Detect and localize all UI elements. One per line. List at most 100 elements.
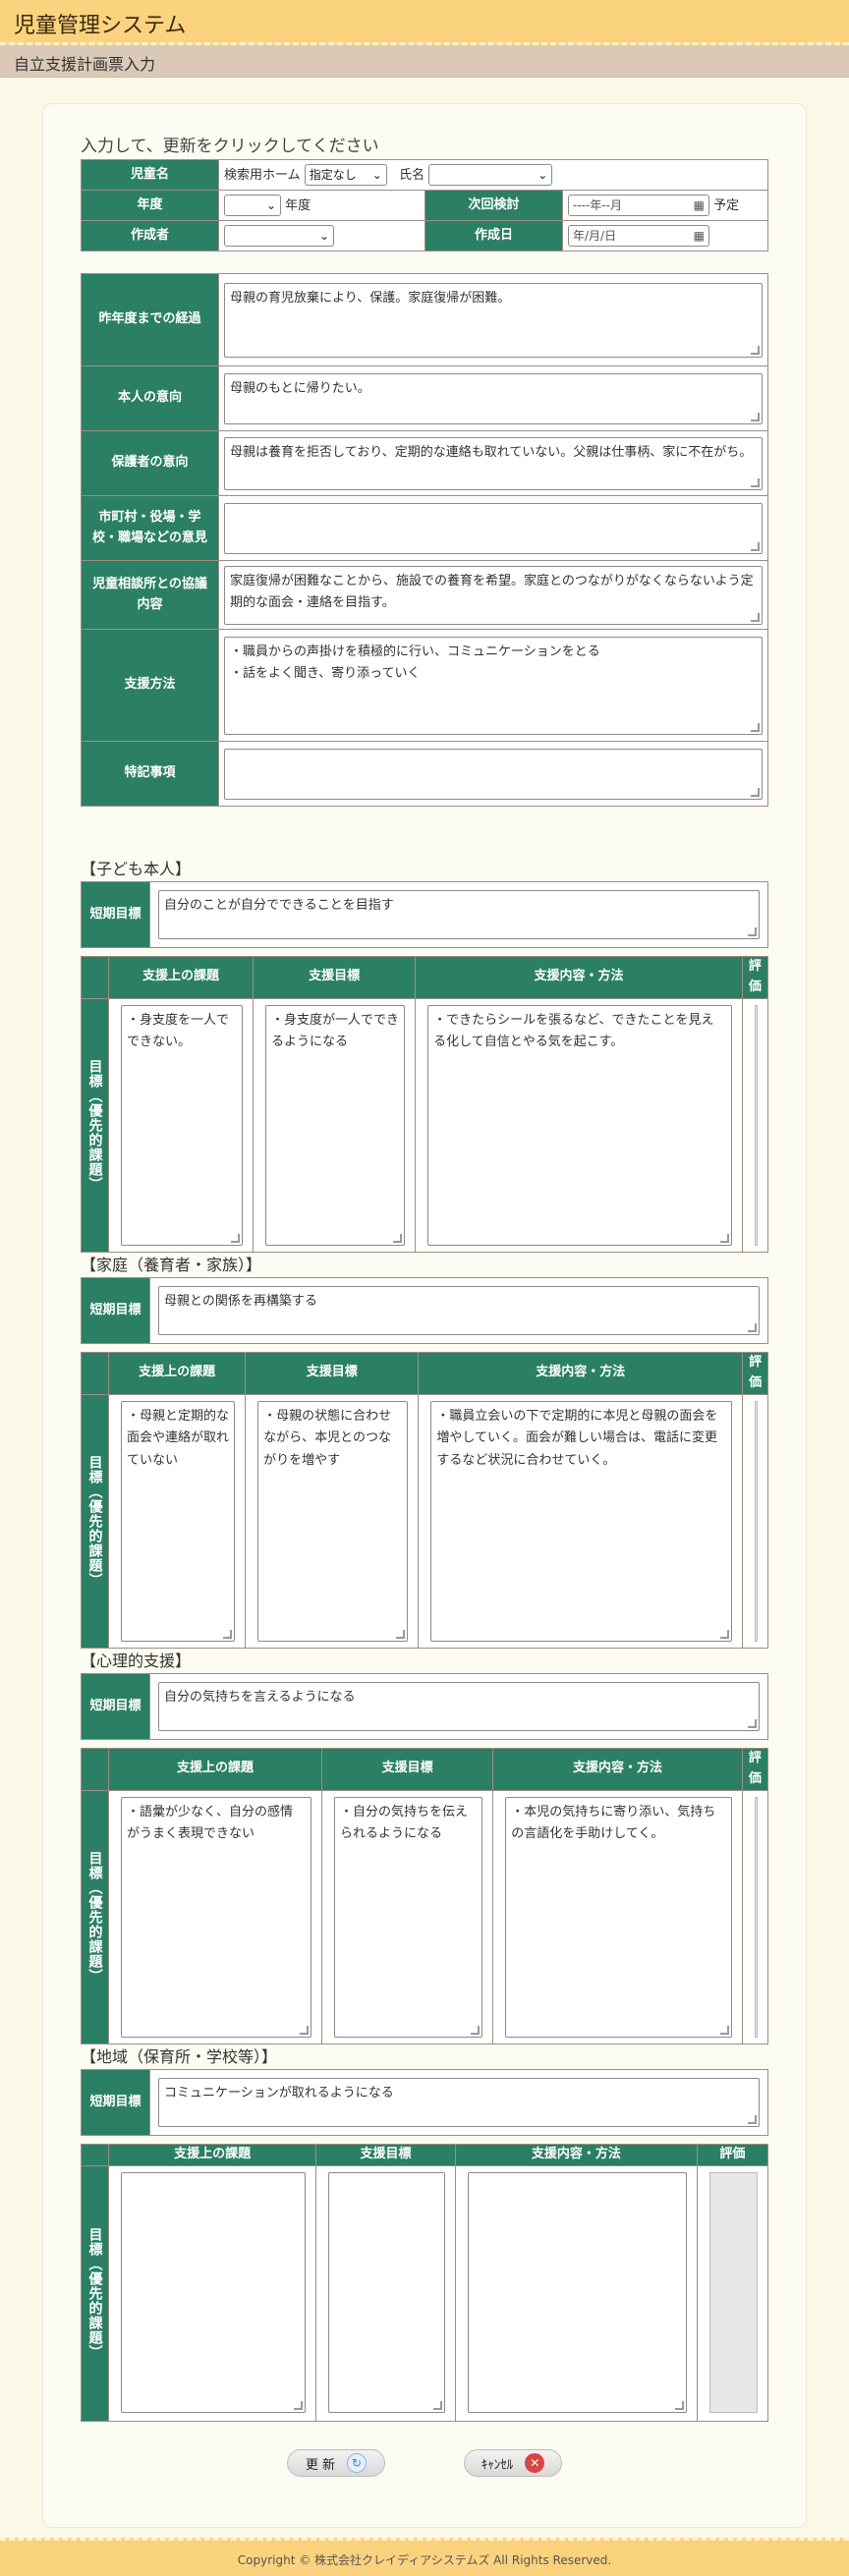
issue-textarea[interactable]: ・身支度を一人でできない。 xyxy=(121,1004,244,1246)
child-name-label: 児童名 xyxy=(81,159,219,191)
child-intention-label: 本人の意向 xyxy=(81,365,219,431)
priority-label: 目標（優先的課題） xyxy=(81,1393,109,1649)
short-term-textarea[interactable]: 自分のことが自分でできることを目指す xyxy=(158,890,760,939)
method-textarea[interactable]: ・本児の気持ちに寄り添い、気持ちの言語化を手助けしてく。 xyxy=(505,1796,732,2038)
priority-label: 目標（優先的課題） xyxy=(81,1789,109,2044)
calendar-icon[interactable]: ▦ xyxy=(694,197,705,213)
consultation-textarea[interactable]: 家庭復帰が困難なことから、施設での養育を希望。家庭とのつながりがなくならないよう… xyxy=(224,565,763,625)
col-issue-header: 支援上の課題 xyxy=(107,956,255,999)
name-select[interactable]: ⌄ xyxy=(428,164,553,187)
update-button[interactable]: 更 新 ↻ xyxy=(287,2449,385,2477)
goal-textarea[interactable]: ・身支度が一人でできるようになる xyxy=(265,1004,406,1246)
next-review-suffix: 予定 xyxy=(713,197,740,213)
goal-textarea[interactable]: ・母親の状態に合わせながら、本児とのつながりを増やす xyxy=(257,1400,409,1642)
priority-label: 目標（優先的課題） xyxy=(81,2165,109,2422)
cancel-button[interactable]: ｷｬﾝｾﾙ ✕ xyxy=(464,2449,562,2477)
year-select[interactable]: ⌄ xyxy=(224,195,281,217)
special-notes-textarea[interactable] xyxy=(224,748,763,800)
close-icon: ✕ xyxy=(525,2453,545,2473)
col-goal-header: 支援目標 xyxy=(253,956,417,999)
evaluation-box[interactable] xyxy=(708,2172,758,2413)
municipal-opinion-textarea[interactable] xyxy=(224,502,763,554)
chevron-down-icon: ⌄ xyxy=(371,168,382,183)
short-term-textarea[interactable]: 自分の気持ちを言えるようになる xyxy=(158,1682,760,1731)
priority-label: 目標（優先的課題） xyxy=(81,997,109,1253)
evaluation-box[interactable] xyxy=(754,1004,758,1246)
created-date-label: 作成日 xyxy=(424,220,563,252)
section-psychological: 【心理的支援】 短期目標 自分の気持ちを言えるようになる 支援上の課題 支援目標… xyxy=(81,1648,769,2044)
goal-textarea[interactable] xyxy=(328,2172,445,2413)
main-rows-table: 昨年度までの経過 母親の育児放棄により、保護。家庭復帰が困難。 本人の意向 母親… xyxy=(81,273,768,807)
col-goal-header: 支援目標 xyxy=(245,1352,420,1395)
col-issue-header: 支援上の課題 xyxy=(107,2144,317,2166)
method-textarea[interactable]: ・職員立会いの下で定期的に本児と母親の面会を増やしていく。面会が難しい場合は、電… xyxy=(430,1400,733,1642)
chevron-down-icon: ⌄ xyxy=(538,168,548,183)
goal-grid: 支援上の課題 支援目標 支援内容・方法 評価 目標（優先的課題） ・母親と定期的… xyxy=(81,1352,768,1649)
refresh-icon: ↻ xyxy=(347,2453,368,2473)
name-label: 氏名 xyxy=(399,167,425,183)
year-label: 年度 xyxy=(81,190,219,221)
section-family: 【家庭（養育者・家族）】 短期目標 母親との関係を再構築する 支援上の課題 支援… xyxy=(81,1252,768,1649)
short-term-label: 短期目標 xyxy=(81,2069,150,2136)
short-term-textarea[interactable]: コミュニケーションが取れるようになる xyxy=(158,2078,760,2127)
section-title: 【子ども本人】 xyxy=(81,860,192,878)
author-select[interactable]: ⌄ xyxy=(224,225,334,247)
issue-textarea[interactable]: ・語彙が少なく、自分の感情がうまく表現できない xyxy=(121,1796,311,2038)
page-subtitle-bar: 自立支援計画票入力 xyxy=(0,45,849,78)
year-suffix: 年度 xyxy=(285,197,311,213)
short-term-label: 短期目標 xyxy=(81,1277,150,1344)
section-title: 【地域（保育所・学校等）】 xyxy=(81,2047,278,2066)
col-issue-header: 支援上の課題 xyxy=(107,1352,247,1395)
col-eval-header: 評価 xyxy=(741,956,769,999)
short-term-table: 短期目標 自分のことが自分でできることを目指す xyxy=(81,881,768,948)
section-community: 【地域（保育所・学校等）】 短期目標 コミュニケーションが取れるようになる 支援… xyxy=(81,2044,769,2422)
basic-info-table: 児童名 検索用ホーム 指定なし ⌄ 氏名 ⌄ 年度 ⌄ 年度 次回検討 ----年… xyxy=(81,159,768,252)
home-select[interactable]: 指定なし ⌄ xyxy=(304,164,387,187)
basic-info: 児童名 検索用ホーム 指定なし ⌄ 氏名 ⌄ 年度 ⌄ 年度 次回検討 ----年… xyxy=(81,159,768,252)
search-home-label: 検索用ホーム xyxy=(224,167,301,183)
col-goal-header: 支援目標 xyxy=(320,1748,494,1791)
form-panel: 入力して、更新をクリックしてください 児童名 検索用ホーム 指定なし ⌄ 氏名 ⌄… xyxy=(42,103,807,2528)
evaluation-box[interactable] xyxy=(755,1400,758,1642)
short-term-table: 短期目標 自分の気持ちを言えるようになる xyxy=(81,1673,768,1740)
calendar-icon[interactable]: ▦ xyxy=(694,228,705,244)
short-term-textarea[interactable]: 母親との関係を再構築する xyxy=(158,1286,760,1335)
goal-grid: 支援上の課題 支援目標 支援内容・方法 評価 目標（優先的課題） ・語彙が少なく… xyxy=(81,1748,769,2044)
col-method-header: 支援内容・方法 xyxy=(454,2144,698,2166)
col-eval-header: 評価 xyxy=(696,2144,769,2166)
child-intention-textarea[interactable]: 母親のもとに帰りたい。 xyxy=(224,372,763,424)
section-title: 【心理的支援】 xyxy=(81,1652,192,1670)
support-method-label: 支援方法 xyxy=(81,629,219,742)
col-issue-header: 支援上の課題 xyxy=(108,1748,322,1791)
created-date-input[interactable]: 年/月/日 ▦ xyxy=(568,225,709,247)
goal-textarea[interactable]: ・自分の気持ちを伝えられるようになる xyxy=(333,1796,483,2038)
guardian-intention-textarea[interactable]: 母親は養育を拒否しており、定期的な連絡も取れていない。父親は仕事柄、家に不在がち… xyxy=(224,436,763,490)
evaluation-box[interactable] xyxy=(754,1796,758,2038)
goal-grid: 支援上の課題 支援目標 支援内容・方法 評価 目標（優先的課題） xyxy=(81,2144,769,2422)
instruction-text: 入力して、更新をクリックしてください xyxy=(81,137,379,156)
issue-textarea[interactable] xyxy=(121,2172,307,2413)
app-title: 児童管理システム xyxy=(14,14,187,38)
municipal-opinion-label: 市町村・役場・学校・職場などの意見 xyxy=(81,495,219,561)
issue-textarea[interactable]: ・母親と定期的な面会や連絡が取れていない xyxy=(121,1400,236,1642)
consultation-label: 児童相談所との協議内容 xyxy=(81,560,219,630)
method-textarea[interactable] xyxy=(467,2172,687,2413)
col-eval-header: 評価 xyxy=(741,1748,769,1791)
col-eval-header: 評価 xyxy=(742,1352,768,1395)
history-textarea[interactable]: 母親の育児放棄により、保護。家庭復帰が困難。 xyxy=(224,282,763,358)
app-header: 児童管理システム xyxy=(0,0,849,45)
main-rows: 昨年度までの経過 母親の育児放棄により、保護。家庭復帰が困難。 本人の意向 母親… xyxy=(81,273,768,807)
short-term-label: 短期目標 xyxy=(81,1673,150,1740)
next-review-input[interactable]: ----年--月 ▦ xyxy=(568,195,709,217)
chevron-down-icon: ⌄ xyxy=(265,198,276,213)
history-label: 昨年度までの経過 xyxy=(81,273,219,366)
col-goal-header: 支援目標 xyxy=(315,2144,456,2166)
section-title: 【家庭（養育者・家族）】 xyxy=(81,1256,262,1274)
footer: Copyright © 株式会社クレイディアシステムズ All Rights R… xyxy=(0,2538,849,2576)
short-term-label: 短期目標 xyxy=(81,881,150,948)
support-method-textarea[interactable]: ・職員からの声掛けを積極的に行い、コミュニケーションをとる ・話をよく聞き、寄り… xyxy=(224,636,763,735)
update-button-label: 更 新 xyxy=(305,2457,336,2473)
guardian-intention-label: 保護者の意向 xyxy=(81,430,219,496)
method-textarea[interactable]: ・できたらシールを張るなど、できたことを見える化して自信とやる気を起こす。 xyxy=(427,1004,732,1246)
chevron-down-icon: ⌄ xyxy=(318,229,329,243)
